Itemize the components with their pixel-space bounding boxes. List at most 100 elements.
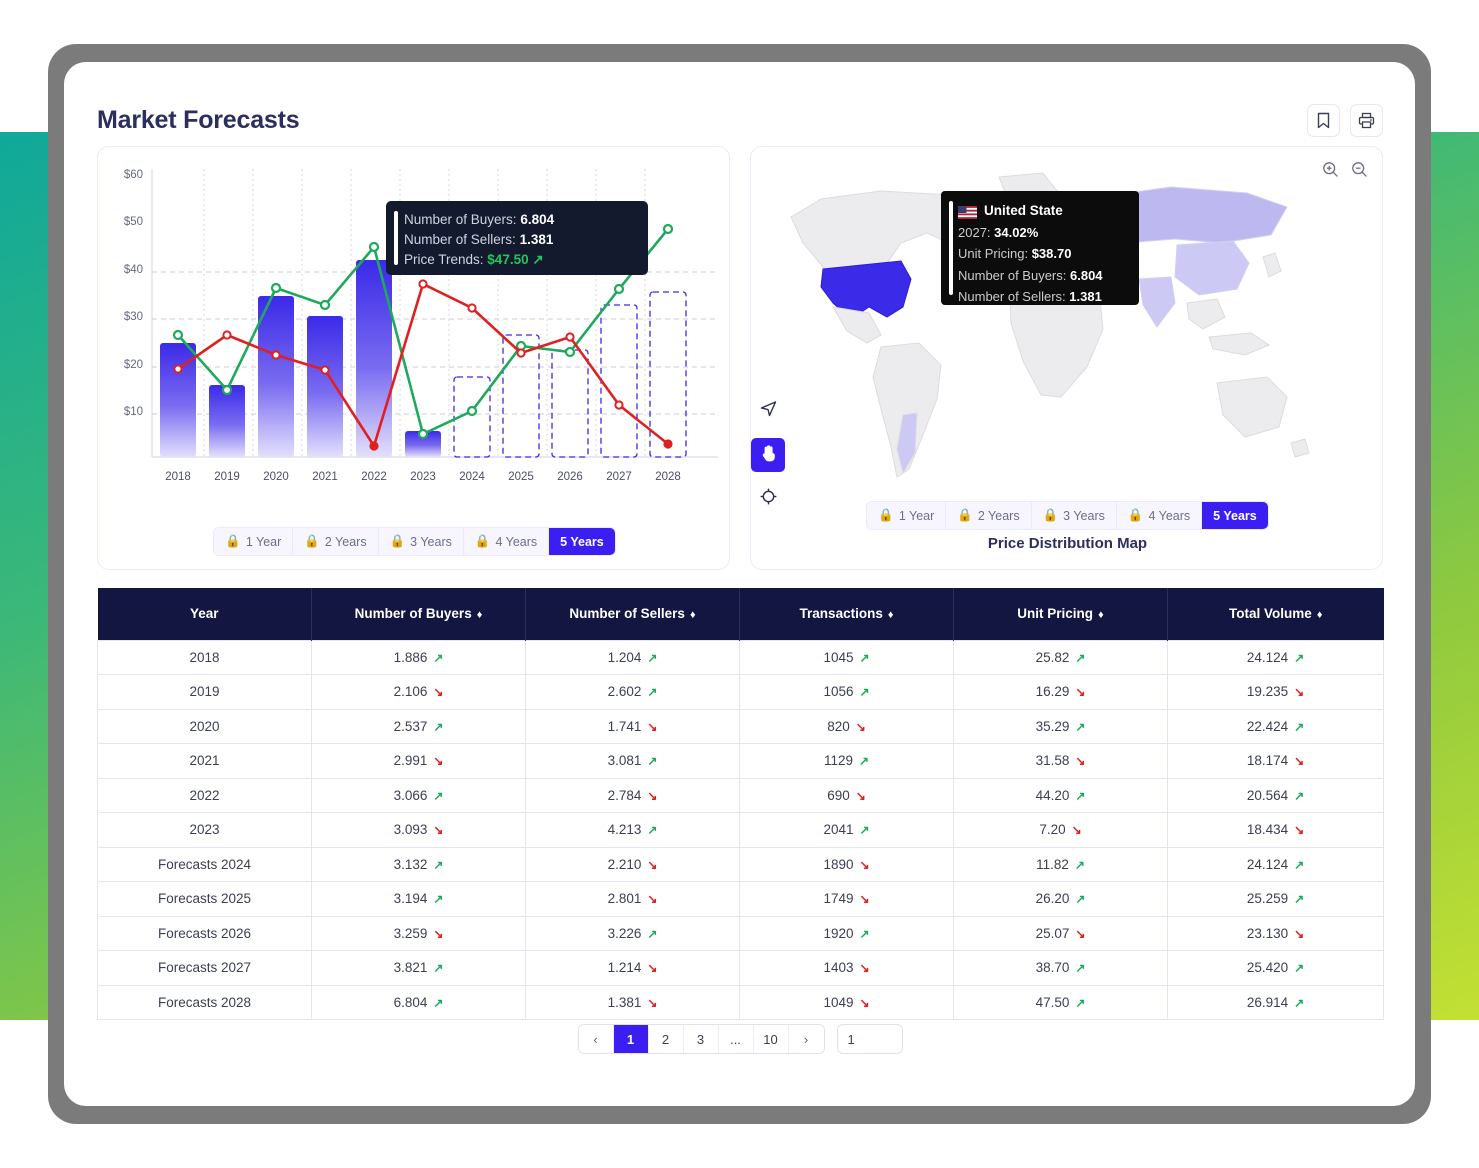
pan-tool[interactable] <box>751 438 785 472</box>
trend-down-icon: ↘ <box>433 685 444 700</box>
map-range-tab-3years[interactable]: 🔒 3 Years <box>1031 502 1117 529</box>
pagination-page-1[interactable]: 1 <box>613 1025 649 1053</box>
map-tooltip-unit-pricing-label: Unit Pricing: <box>958 246 1029 261</box>
trend-up-icon: ↗ <box>859 650 870 665</box>
map-range-tab-2years[interactable]: 🔒 2 Years <box>946 502 1032 529</box>
cell-total-volume: 18.434 ↘ <box>1167 812 1384 848</box>
pagination-page-3[interactable]: 3 <box>683 1025 719 1053</box>
chart-tooltip-buyers-value: 6.804 <box>520 212 555 227</box>
bookmark-icon <box>1316 112 1331 129</box>
locate-tool[interactable] <box>751 482 785 516</box>
cell-sellers: 3.081 ↗ <box>525 743 740 779</box>
cell-unit-pricing: 38.70 ↗ <box>953 950 1168 986</box>
cell-transactions: 1749 ↘ <box>739 881 954 917</box>
bookmark-button[interactable] <box>1307 103 1340 137</box>
trend-up-icon: ↗ <box>1075 961 1086 976</box>
chart-range-tab-4years[interactable]: 🔒 4 Years <box>463 528 550 555</box>
col-header-unit-pricing[interactable]: Unit Pricing ♦ <box>953 588 1168 640</box>
table-row: Forecasts 2028 6.804 ↗ 1.381 ↘ 1049 ↘ 47.50 ↗ 26.… <box>97 984 1384 1020</box>
lock-icon: 🔒 <box>304 534 320 548</box>
chart-range-tab-3years[interactable]: 🔒 3 Years <box>378 528 464 555</box>
pagination-page-10[interactable]: 10 <box>753 1025 789 1053</box>
cell-total-volume: 25.259 ↗ <box>1167 881 1384 917</box>
pager: ‹ 1 2 3 ... 10 › <box>577 1024 825 1054</box>
lock-icon: 🔒 <box>957 508 973 522</box>
trend-up-icon: ↗ <box>433 857 444 872</box>
trend-down-icon: ↘ <box>1075 754 1086 769</box>
trend-down-icon: ↘ <box>433 754 444 769</box>
pagination-next[interactable]: › <box>788 1025 824 1053</box>
map-tooltip-year-row: 2027: 34.02% <box>958 222 1127 244</box>
forecast-table: Year Number of Buyers ♦ Number of Sellers… <box>97 588 1384 1020</box>
trend-down-icon: ↘ <box>647 995 658 1010</box>
col-header-buyers[interactable]: Number of Buyers ♦ <box>311 588 526 640</box>
zoom-in-icon[interactable] <box>1322 161 1339 183</box>
trend-up-icon: ↗ <box>1294 961 1305 976</box>
panels-row: $60 $50 $40 $30 $20 $10 2018 2019 2020 2… <box>97 146 1383 570</box>
map-range-tab-3years-label: 3 Years <box>1063 508 1105 523</box>
trend-down-icon: ↘ <box>1071 823 1082 838</box>
pagination-ellipsis: ... <box>718 1025 754 1053</box>
trend-down-icon: ↘ <box>1075 685 1086 700</box>
cell-transactions: 1129 ↗ <box>739 743 954 779</box>
dashboard-card: Market Forecasts $60 $50 $40 $30 $20 $10… <box>64 62 1415 1106</box>
cell-unit-pricing: 25.82 ↗ <box>953 639 1168 675</box>
trend-up-icon: ↗ <box>858 754 870 769</box>
zoom-out-icon[interactable] <box>1351 161 1368 183</box>
chart-range-tab-5years[interactable]: 5 Years <box>549 528 615 555</box>
print-button[interactable] <box>1350 103 1383 137</box>
pagination: ‹ 1 2 3 ... 10 › <box>97 1024 1383 1054</box>
col-header-sellers[interactable]: Number of Sellers ♦ <box>525 588 740 640</box>
map-caption: Price Distribution Map <box>987 535 1148 552</box>
sort-icon: ♦ <box>476 609 483 622</box>
map-tooltip-buyers-value: 6.804 <box>1070 267 1103 283</box>
us-flag-icon <box>958 204 977 220</box>
lock-icon: 🔒 <box>1042 508 1059 522</box>
map-zoom-controls <box>1322 161 1368 183</box>
pagination-prev[interactable]: ‹ <box>578 1025 614 1053</box>
chart-range-tab-2years[interactable]: 🔒 2 Years <box>293 528 379 555</box>
map-range-tab-4years[interactable]: 🔒 4 Years <box>1116 502 1203 529</box>
col-header-year[interactable]: Year <box>97 588 312 640</box>
page-jump-input[interactable] <box>836 1024 903 1054</box>
trend-up-icon: ↗ <box>647 823 658 838</box>
chart-tooltip: Number of Buyers: 6.804 Number of Seller… <box>386 201 648 275</box>
cell-total-volume: 20.564 ↗ <box>1167 777 1384 813</box>
map-tooltip-buyers-label: Number of Buyers: <box>958 267 1067 283</box>
chart-range-tab-4years-label: 4 Years <box>495 534 538 549</box>
navigate-tool[interactable] <box>751 394 785 428</box>
table-row: 2023 3.093 ↘ 4.213 ↗ 2041 ↗ 7.20 ↘ 18.434 ↘ <box>97 812 1384 848</box>
chart-range-tab-1year[interactable]: 🔒 1 Year <box>214 528 294 555</box>
map-range-tab-5years[interactable]: 5 Years <box>1202 502 1268 529</box>
map-tooltip-sellers-label: Number of Sellers: <box>958 289 1066 304</box>
trend-down-icon: ↘ <box>647 719 658 734</box>
svg-text:$20: $20 <box>124 359 143 371</box>
trend-down-icon: ↘ <box>855 719 866 734</box>
col-header-sellers-label: Number of Sellers <box>569 606 685 622</box>
table-row: 2021 2.991 ↘ 3.081 ↗ 1129 ↗ 31.58 ↘ 18.174 ↘ <box>97 743 1384 779</box>
lock-icon: 🔒 <box>1127 508 1144 522</box>
trend-up-icon: ↗ <box>433 995 444 1010</box>
col-header-total-volume[interactable]: Total Volume ♦ <box>1167 588 1384 640</box>
map-range-tab-2years-label: 2 Years <box>977 508 1020 523</box>
sort-icon: ♦ <box>1316 609 1323 622</box>
pagination-page-2[interactable]: 2 <box>648 1025 684 1053</box>
table-row: Forecasts 2025 3.194 ↗ 2.801 ↘ 1749 ↘ 26.20 ↗ 25.… <box>97 881 1384 917</box>
lock-icon: 🔒 <box>225 534 241 548</box>
table-row: 2019 2.106 ↘ 2.602 ↗ 1056 ↗ 16.29 ↘ 19.235 ↘ <box>97 674 1384 710</box>
table-row: Forecasts 2027 3.821 ↗ 1.214 ↘ 1403 ↘ 38.70 ↗ 25.… <box>97 950 1384 986</box>
trend-down-icon: ↘ <box>859 995 870 1010</box>
cell-sellers: 1.741 ↘ <box>525 708 740 744</box>
table-row: 2020 2.537 ↗ 1.741 ↘ 820 ↘ 35.29 ↗ 22.424 ↗ <box>97 708 1384 744</box>
sort-icon: ♦ <box>1098 609 1104 622</box>
trend-up-icon: ↗ <box>647 650 658 665</box>
svg-text:2023: 2023 <box>410 471 436 483</box>
map-range-tab-1year[interactable]: 🔒 1 Year <box>867 502 947 529</box>
chart-range-tab-3years-label: 3 Years <box>410 534 452 549</box>
cell-unit-pricing: 26.20 ↗ <box>953 881 1168 917</box>
chart-tooltip-sellers: Number of Sellers: 1.381 <box>404 230 636 250</box>
map-range-tab-4years-label: 4 Years <box>1148 508 1191 523</box>
cell-sellers: 2.801 ↘ <box>525 881 740 917</box>
chart-tooltip-sellers-label: Number of Sellers: <box>404 232 516 247</box>
col-header-transactions[interactable]: Transactions ♦ <box>739 588 954 640</box>
